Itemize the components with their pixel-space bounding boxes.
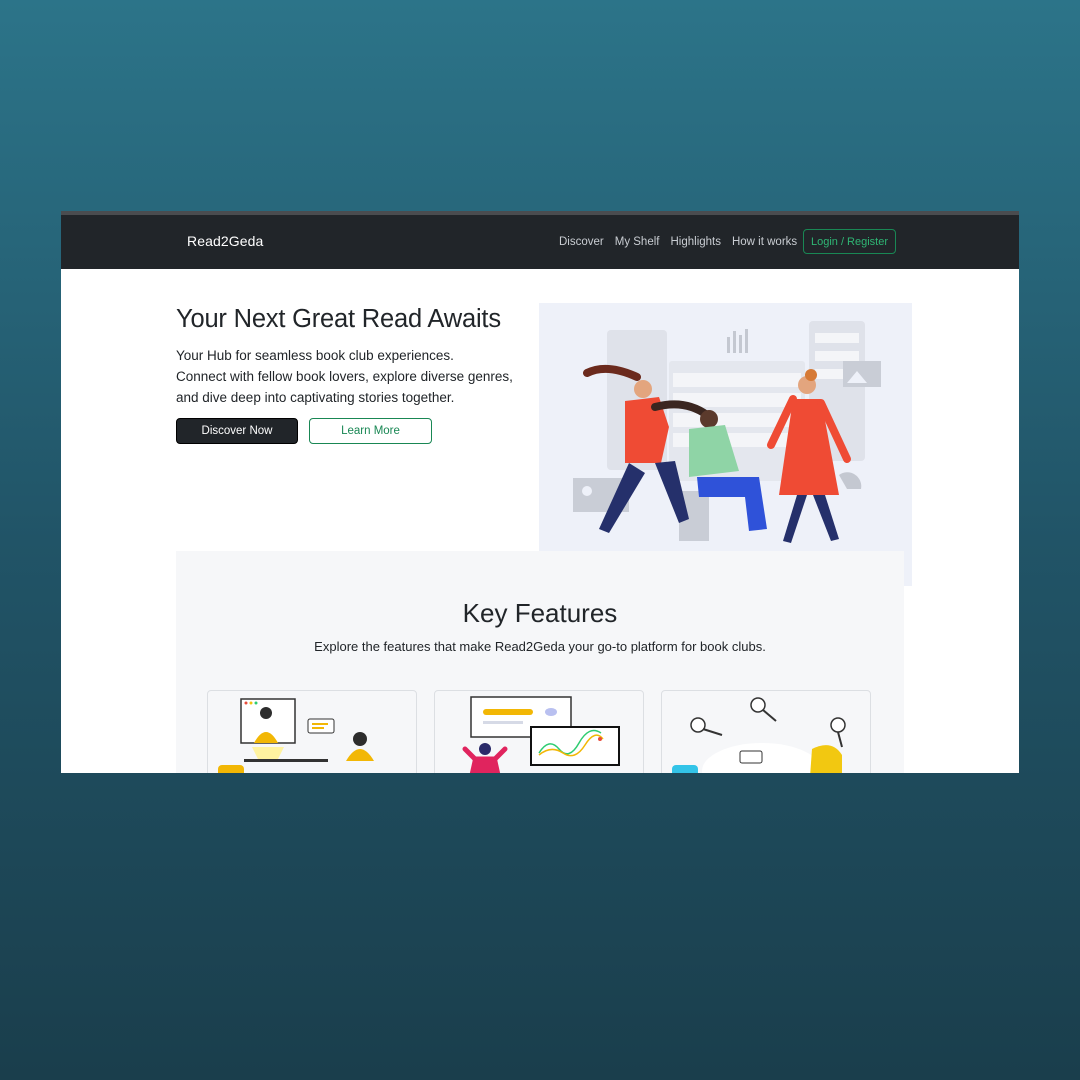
brand-logo[interactable]: Read2Geda [187, 233, 263, 249]
hero-title: Your Next Great Read Awaits [176, 305, 501, 333]
hero-line: and dive deep into captivating stories t… [176, 390, 455, 405]
discover-now-button[interactable]: Discover Now [176, 418, 298, 444]
hero-description: Your Hub for seamless book club experien… [176, 345, 513, 408]
search-community-illustration [672, 697, 846, 773]
login-register-button[interactable]: Login / Register [803, 229, 896, 254]
hero-line: Connect with fellow book lovers, explore… [176, 369, 513, 384]
people-collaborating-illustration [573, 321, 881, 543]
learn-more-button[interactable]: Learn More [309, 418, 432, 444]
nav-link-how-it-works[interactable]: How it works [732, 236, 797, 248]
analytics-dashboard-illustration [462, 696, 620, 773]
hero-line: Your Hub for seamless book club experien… [176, 348, 454, 363]
features-title: Key Features [462, 598, 618, 628]
features-subtitle: Explore the features that make Read2Geda… [314, 639, 766, 654]
nav-link-highlights[interactable]: Highlights [670, 236, 721, 248]
nav-link-discover[interactable]: Discover [559, 236, 604, 248]
feature-card-analytics[interactable] [434, 690, 644, 773]
video-call-illustration [218, 698, 374, 773]
nav-links: Discover My Shelf Highlights How it work… [559, 236, 797, 248]
hero-illustration [539, 303, 912, 586]
feature-card-video-discussion[interactable] [207, 690, 417, 773]
browser-screenshot: Read2Geda Discover My Shelf Highlights H… [61, 211, 1019, 773]
nav-link-my-shelf[interactable]: My Shelf [615, 236, 660, 248]
navbar: Read2Geda Discover My Shelf Highlights H… [61, 215, 1019, 269]
feature-card-search[interactable] [661, 690, 871, 773]
key-features-section: Key Features Explore the features that m… [176, 551, 904, 773]
